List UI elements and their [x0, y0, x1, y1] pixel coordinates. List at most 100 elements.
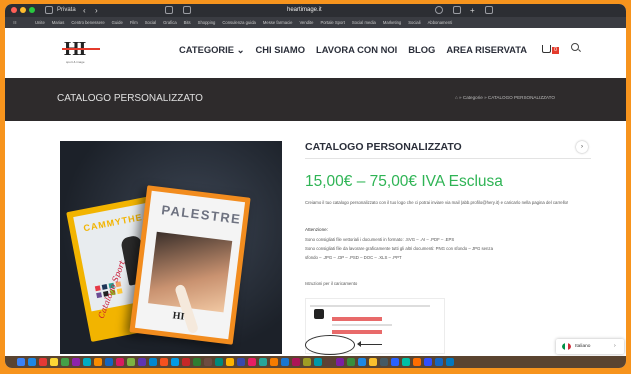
attention-line: Sono consigliati file da lavorare grafic… — [305, 246, 493, 251]
language-selector[interactable]: Italiano › — [556, 339, 624, 354]
dock-app-icon[interactable] — [116, 358, 124, 366]
bookmark-item[interactable]: Social — [145, 17, 156, 28]
dock-app-icon[interactable] — [28, 358, 36, 366]
dock-app-icon[interactable] — [336, 358, 344, 366]
private-tab-label[interactable]: Privata — [57, 5, 76, 16]
dock-app-icon[interactable] — [259, 358, 267, 366]
share-icon[interactable] — [453, 6, 461, 14]
dock-app-icon[interactable] — [204, 358, 212, 366]
minimize-window-button[interactable] — [20, 7, 26, 13]
attention-heading: Attenzione: — [305, 227, 328, 232]
bookmark-item[interactable]: Bits — [184, 17, 191, 28]
catalog-front-word: PALESTRE — [160, 202, 243, 227]
shield-icon[interactable] — [165, 6, 173, 14]
dock-app-icon[interactable] — [160, 358, 168, 366]
bookmark-item[interactable]: Film — [130, 17, 138, 28]
bookmark-item[interactable]: Messe farmacie — [263, 17, 293, 28]
upload-instructions: Istruzioni per il caricamento — [305, 281, 358, 286]
address-bar[interactable]: heartimage.it — [287, 5, 322, 16]
dock-app-icon[interactable] — [83, 358, 91, 366]
site-logo[interactable]: HI sport & image — [61, 39, 103, 66]
dock-app-icon[interactable] — [50, 358, 58, 366]
attention-line: sfondo – .JPG – .DP – .PSD – DOC – .XLS … — [305, 255, 402, 260]
dock-app-icon[interactable] — [281, 358, 289, 366]
catalog-front-logo: HI — [172, 310, 185, 323]
maximize-window-button[interactable] — [29, 7, 35, 13]
reload-icon[interactable] — [435, 6, 443, 14]
bookmark-item[interactable]: Grafica — [163, 17, 177, 28]
bookmark-item[interactable]: Portale Sport — [320, 17, 344, 28]
dock-app-icon[interactable] — [171, 358, 179, 366]
dock-app-icon[interactable] — [413, 358, 421, 366]
bookmark-item[interactable]: Sociali — [408, 17, 420, 28]
dock-app-icon[interactable] — [358, 358, 366, 366]
new-tab-icon[interactable]: + — [470, 5, 475, 16]
dock-app-icon[interactable] — [237, 358, 245, 366]
bookmark-item[interactable]: Consulenza guida — [222, 17, 256, 28]
search-icon[interactable] — [571, 43, 579, 51]
dock-app-icon[interactable] — [182, 358, 190, 366]
dock-app-icon[interactable] — [149, 358, 157, 366]
dock-app-icon[interactable] — [292, 358, 300, 366]
bookmark-item[interactable]: Marias — [52, 17, 65, 28]
dock-app-icon[interactable] — [17, 358, 25, 366]
dock-app-icon[interactable] — [94, 358, 102, 366]
breadcrumb[interactable]: ⌂ » Categorie » CATALOGO PERSONALIZZATO — [455, 95, 555, 100]
attention-line: Sono consigliati file vettoriali i docum… — [305, 237, 455, 242]
grid-icon[interactable]: ☷ — [13, 17, 17, 28]
dock-app-icon[interactable] — [138, 358, 146, 366]
dock-app-icon[interactable] — [446, 358, 454, 366]
nav-categorie[interactable]: CATEGORIE ⌄ — [179, 43, 245, 57]
product-info: CATALOGO PERSONALIZZATO › 15,00€ – 75,00… — [304, 121, 604, 355]
dock-app-icon[interactable] — [215, 358, 223, 366]
tabs-icon[interactable] — [183, 6, 191, 14]
dock-app-icon[interactable] — [369, 358, 377, 366]
dock-app-icon[interactable] — [127, 358, 135, 366]
close-window-button[interactable] — [11, 7, 17, 13]
product-image[interactable]: CAMMYTHEA Catalogo Sport PALESTRE HI — [60, 141, 282, 354]
site-header: HI sport & image CATEGORIE ⌄ CHI SIAMO L… — [5, 28, 626, 78]
dock-app-icon[interactable] — [39, 358, 47, 366]
bookmark-item[interactable]: Unite — [35, 17, 45, 28]
browser-window: Privata ‹ › heartimage.it + ☷ Unite Maria… — [5, 4, 626, 368]
bookmark-item[interactable]: Vendite — [299, 17, 313, 28]
bookmark-item[interactable]: Centro benessere — [71, 17, 104, 28]
product-title: CATALOGO PERSONALIZZATO — [305, 141, 462, 153]
dock-app-icon[interactable] — [270, 358, 278, 366]
cart-icon[interactable] — [542, 45, 551, 53]
dock-app-icon[interactable] — [347, 358, 355, 366]
dock-app-icon[interactable] — [72, 358, 80, 366]
forward-icon[interactable]: › — [95, 5, 98, 16]
next-product-button[interactable]: › — [576, 141, 588, 153]
nav-blog[interactable]: BLOG — [408, 43, 435, 57]
bookmark-item[interactable]: Marketing — [383, 17, 401, 28]
dock-app-icon[interactable] — [424, 358, 432, 366]
catalog-photo — [148, 231, 233, 335]
bookmark-item[interactable]: Social media — [352, 17, 376, 28]
dock-app-icon[interactable] — [193, 358, 201, 366]
attention-text: Sono consigliati file vettoriali i docum… — [305, 235, 587, 262]
dock-app-icon[interactable] — [303, 358, 311, 366]
bookmark-item[interactable]: Shopping — [198, 17, 216, 28]
nav-chi-siamo[interactable]: CHI SIAMO — [256, 43, 305, 57]
sidebar-icon[interactable] — [45, 6, 53, 14]
dock-app-icon[interactable] — [402, 358, 410, 366]
bookmark-item[interactable]: Guide — [112, 17, 123, 28]
nav-lavora-con-noi[interactable]: LAVORA CON NOI — [316, 43, 397, 57]
dock-app-icon[interactable] — [435, 358, 443, 366]
nav-area-riservata[interactable]: AREA RISERVATA — [446, 43, 527, 57]
dock-app-icon[interactable] — [380, 358, 388, 366]
browser-titlebar: Privata ‹ › heartimage.it + — [5, 4, 626, 17]
bookmark-item[interactable]: Abbonamenti — [428, 17, 453, 28]
tab-overview-icon[interactable] — [485, 6, 493, 14]
dock-app-icon[interactable] — [391, 358, 399, 366]
dock-app-icon[interactable] — [314, 358, 322, 366]
dock-app-icon[interactable] — [226, 358, 234, 366]
back-icon[interactable]: ‹ — [83, 5, 86, 16]
dock-app-icon[interactable] — [61, 358, 69, 366]
dock-icons — [17, 358, 454, 366]
dock-app-icon[interactable] — [325, 358, 333, 366]
dock-app-icon[interactable] — [105, 358, 113, 366]
dock-app-icon[interactable] — [248, 358, 256, 366]
logo-tagline: sport & image — [66, 60, 85, 64]
